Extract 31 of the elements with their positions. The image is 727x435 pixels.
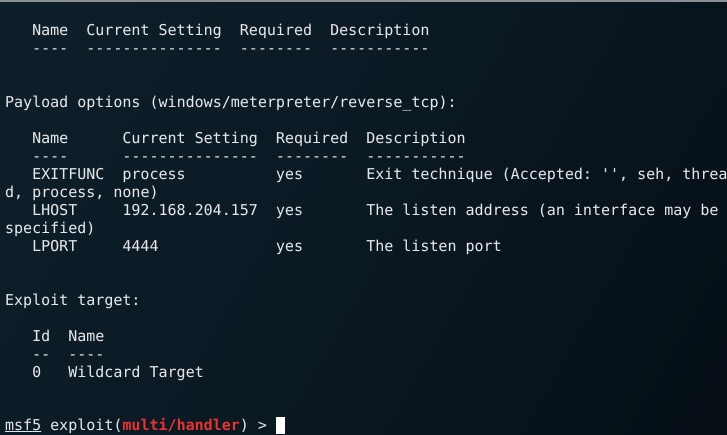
column-header: Description	[330, 21, 430, 39]
header-underline: ---------------	[122, 147, 259, 165]
table-row: EXITFUNC process yes Exit technique (Accepted: '', seh, thread, process, none)	[5, 165, 727, 201]
header-underline: ----	[68, 345, 104, 363]
section-heading: Payload options (windows/meterpreter/reverse_tcp):	[5, 93, 457, 111]
header-underline: --------	[276, 147, 350, 165]
prompt-suffix: ) >	[240, 416, 267, 434]
header-underline: ----	[32, 39, 70, 57]
column-header: Required	[276, 129, 350, 147]
header-underline: --------	[240, 39, 314, 57]
prompt-command: exploit(	[50, 416, 122, 434]
column-header: Id	[32, 327, 52, 345]
column-header: Current Setting	[122, 129, 259, 147]
header-underline: -----------	[366, 147, 466, 165]
column-header: Name	[32, 21, 70, 39]
table-row-text: 0 Wildcard Target	[31, 363, 205, 381]
header-underline: -----------	[330, 39, 430, 57]
header-underline: --	[32, 345, 52, 363]
header-underline: ---------------	[86, 39, 223, 57]
section-heading: Exploit target:	[5, 291, 140, 309]
prompt-host: msf5	[5, 416, 42, 434]
table-row-text: LHOST 192.168.204.157 yes The listen address (an interface may be specified)	[5, 201, 720, 237]
header-underline: ----	[32, 147, 70, 165]
column-header: Description	[366, 129, 466, 147]
column-header: Name	[32, 129, 70, 147]
column-header: Current Setting	[86, 21, 223, 39]
column-header: Name	[68, 327, 104, 345]
table-row-text: LPORT 4444 yes The listen port	[31, 237, 503, 255]
module-name: multi/handler	[122, 416, 240, 434]
text-cursor	[276, 417, 285, 434]
column-header: Required	[240, 21, 314, 39]
